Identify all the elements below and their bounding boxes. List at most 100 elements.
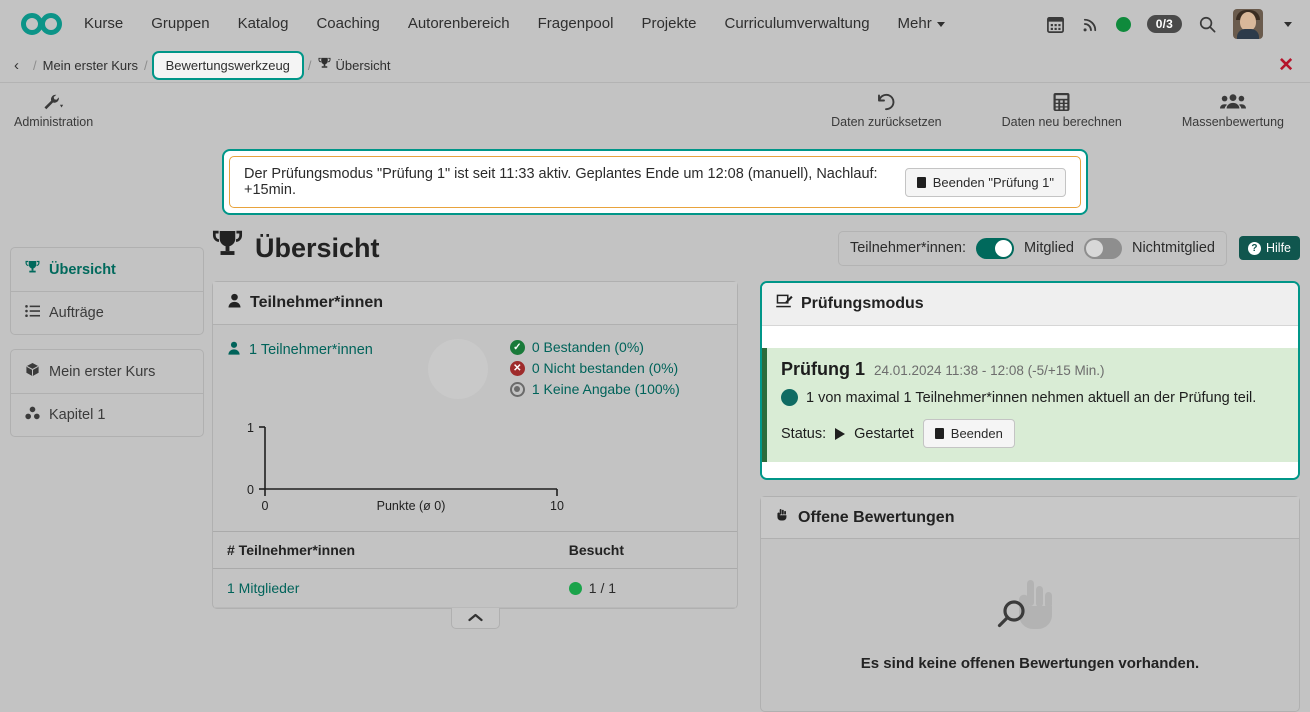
nav-actions: 0/3: [1046, 9, 1296, 39]
search-icon[interactable]: [1198, 15, 1217, 34]
user-avatar[interactable]: [1233, 9, 1263, 39]
stop-square-icon: [917, 177, 926, 188]
sidebar-item-label: Kapitel 1: [49, 407, 105, 423]
chevron-down-icon: [937, 22, 945, 27]
reset-data-button[interactable]: Daten zurücksetzen: [831, 92, 941, 129]
exam-mode-panel-title: Prüfungsmodus: [801, 295, 924, 313]
svg-text:0: 0: [247, 483, 254, 497]
exam-card: Prüfung 1 24.01.2024 11:38 - 12:08 (-5/+…: [762, 348, 1298, 462]
nav-item-fragenpool[interactable]: Fragenpool: [524, 0, 628, 48]
page-content: Übersicht Aufträge Mein erster Kurs K: [0, 215, 1310, 712]
recalculate-data-button[interactable]: Daten neu berechnen: [1002, 92, 1122, 129]
open-ratings-panel-header: Offene Bewertungen: [761, 497, 1299, 539]
breadcrumb-separator: /: [302, 58, 318, 73]
question-circle-icon: ?: [1248, 242, 1261, 255]
sidebar-group-course: Mein erster Kurs Kapitel 1: [10, 349, 204, 437]
sidebar-item-auftraege[interactable]: Aufträge: [11, 292, 203, 334]
breadcrumb-item-uebersicht[interactable]: Übersicht: [318, 57, 391, 73]
nav-label: Mehr: [898, 15, 932, 32]
column-header-visited: Besucht: [555, 532, 737, 569]
bulk-assessment-button[interactable]: Massenbewertung: [1182, 92, 1284, 129]
end-exam-button[interactable]: Beenden: [923, 419, 1015, 448]
nav-item-gruppen[interactable]: Gruppen: [137, 0, 223, 48]
nav-item-projekte[interactable]: Projekte: [627, 0, 710, 48]
participants-legend: ✓ 0 Bestanden (0%) ✕ 0 Nicht bestanden (…: [510, 339, 680, 397]
dot-circle-icon: [510, 382, 525, 397]
breadcrumb-back-button[interactable]: ‹: [10, 57, 27, 74]
legend-label: 0 Bestanden (0%): [532, 339, 644, 355]
trophy-icon: [318, 57, 331, 73]
exam-panel-footer: [762, 462, 1298, 478]
check-circle-icon: ✓: [510, 340, 525, 355]
exam-participation-text: 1 von maximal 1 Teilnehmer*innen nehmen …: [806, 390, 1256, 406]
hand-search-icon: [997, 578, 1063, 641]
nav-label: Autorenbereich: [408, 15, 510, 32]
cell-members: 1 Mitglieder: [213, 569, 555, 608]
svg-text:0: 0: [262, 499, 269, 513]
green-dot-icon: [569, 582, 582, 595]
rss-icon[interactable]: [1081, 15, 1100, 34]
nav-item-mehr[interactable]: Mehr: [884, 0, 959, 48]
exam-status-label: Status:: [781, 426, 826, 442]
breadcrumb: ‹ / Mein erster Kurs / Bewertungswerkzeu…: [0, 48, 1310, 82]
exam-panel-spacer: [762, 326, 1298, 348]
calendar-icon[interactable]: [1046, 15, 1065, 34]
recalculate-data-label: Daten neu berechnen: [1002, 115, 1122, 129]
breadcrumb-item-bewertungswerkzeug[interactable]: Bewertungswerkzeug: [152, 51, 304, 80]
participants-table: # Teilnehmer*innen Besucht 1 Mitglieder: [213, 531, 737, 608]
svg-text:10: 10: [550, 499, 564, 513]
participant-count-label: 1 Teilnehmer*innen: [249, 342, 373, 358]
sidebar-item-label: Aufträge: [49, 305, 104, 321]
help-button[interactable]: ? Hilfe: [1239, 236, 1300, 260]
close-icon[interactable]: ✕: [1278, 56, 1300, 75]
open-ratings-empty-text: Es sind keine offenen Bewertungen vorhan…: [861, 655, 1199, 672]
end-exam-banner-button[interactable]: Beenden "Prüfung 1": [905, 168, 1066, 197]
participant-filter-label: Teilnehmer*innen:: [850, 240, 966, 256]
exam-mode-banner-highlight: Der Prüfungsmodus "Prüfung 1" ist seit 1…: [222, 149, 1088, 215]
participant-count[interactable]: 1 Teilnehmer*innen: [227, 339, 373, 359]
exam-participation: 1 von maximal 1 Teilnehmer*innen nehmen …: [781, 389, 1284, 406]
avatar-chevron-down-icon[interactable]: [1284, 22, 1292, 27]
column-header-participants: # Teilnehmer*innen: [213, 532, 555, 569]
infinity-logo[interactable]: [14, 11, 70, 37]
task-counter-badge[interactable]: 0/3: [1147, 15, 1182, 33]
sidebar-item-label: Übersicht: [49, 262, 116, 278]
participant-filter-toggles: Teilnehmer*innen: Mitglied Nichtmitglied: [838, 231, 1227, 266]
wrench-icon: [43, 92, 65, 112]
toggle-mitglied[interactable]: [976, 238, 1014, 259]
breadcrumb-item-course[interactable]: Mein erster Kurs: [43, 58, 138, 73]
exam-status-row: Status: Gestartet Beenden: [781, 419, 1284, 448]
exam-name: Prüfung 1: [781, 359, 865, 380]
nav-item-curriculumverwaltung[interactable]: Curriculumverwaltung: [710, 0, 883, 48]
group-users-icon: [1220, 92, 1246, 112]
page-title: Übersicht: [212, 229, 380, 267]
breadcrumb-separator: /: [27, 58, 43, 73]
collapse-panel-button[interactable]: [451, 608, 500, 629]
participants-stats: 1 Teilnehmer*innen ✓ 0 Bestanden (0%) ✕: [227, 339, 723, 399]
members-link[interactable]: 1 Mitglieder: [227, 580, 299, 596]
participants-panel-title: Teilnehmer*innen: [250, 294, 383, 312]
nav-label: Projekte: [641, 15, 696, 32]
online-status-dot[interactable]: [1116, 17, 1131, 32]
nav-label: Curriculumverwaltung: [724, 15, 869, 32]
toggle-nichtmitglied[interactable]: [1084, 238, 1122, 259]
nav-item-kurse[interactable]: Kurse: [70, 0, 137, 48]
nav-label: Kurse: [84, 15, 123, 32]
nav-item-autorenbereich[interactable]: Autorenbereich: [394, 0, 524, 48]
open-ratings-panel-title: Offene Bewertungen: [798, 509, 954, 527]
page-title-text: Übersicht: [255, 233, 380, 264]
administration-button[interactable]: Administration: [14, 92, 93, 129]
end-exam-label: Beenden: [951, 426, 1003, 441]
sidebar-item-kapitel-1[interactable]: Kapitel 1: [11, 394, 203, 436]
toggle-knob: [1086, 240, 1103, 257]
undo-icon: [875, 92, 897, 112]
participants-panel-header: Teilnehmer*innen: [213, 282, 737, 325]
table-row[interactable]: 1 Mitglieder 1 / 1: [213, 569, 737, 608]
nav-item-katalog[interactable]: Katalog: [224, 0, 303, 48]
main-column: Übersicht Teilnehmer*innen: Mitglied Nic…: [204, 229, 1300, 712]
nav-item-coaching[interactable]: Coaching: [302, 0, 393, 48]
sidebar-item-mein-erster-kurs[interactable]: Mein erster Kurs: [11, 350, 203, 394]
participants-donut-chart: [428, 339, 488, 399]
sidebar-item-uebersicht[interactable]: Übersicht: [11, 248, 203, 292]
visited-value: 1 / 1: [569, 580, 723, 596]
